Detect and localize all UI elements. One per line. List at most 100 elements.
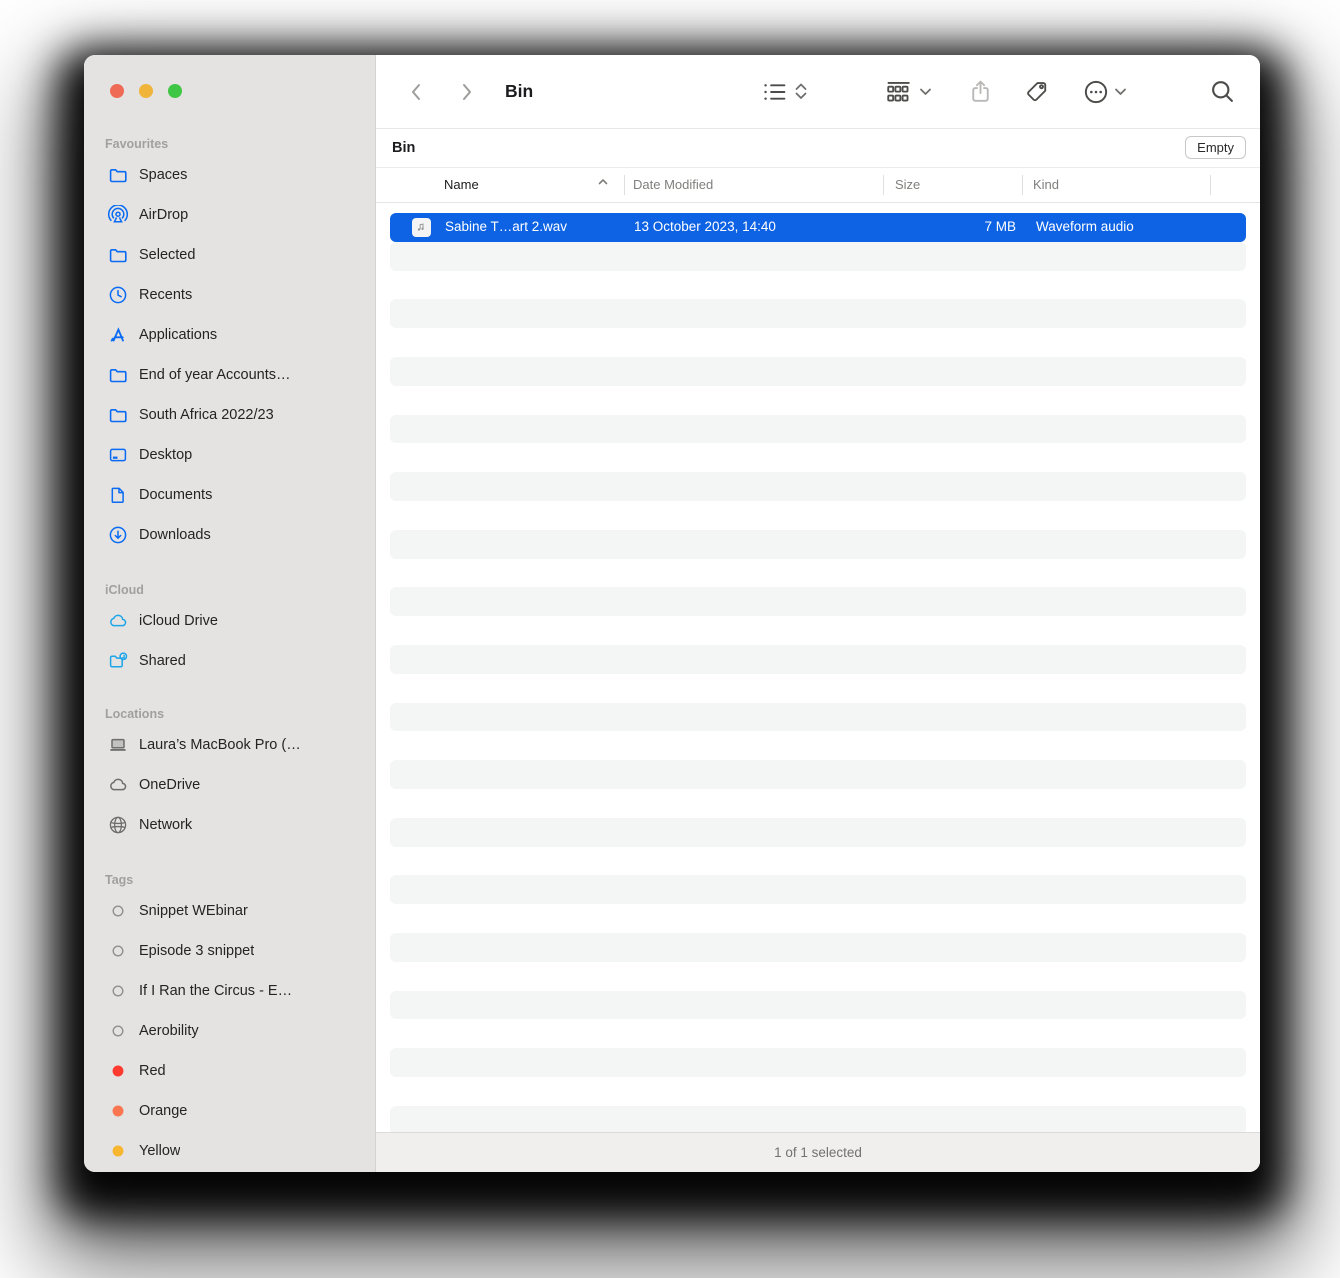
sidebar-tag-orange[interactable]: Orange	[84, 1091, 375, 1131]
tag-circle-icon	[107, 1021, 128, 1042]
file-row-selected[interactable]: Sabine T…art 2.wav 13 October 2023, 14:4…	[390, 213, 1246, 242]
more-actions-button[interactable]	[1083, 55, 1127, 128]
empty-row	[390, 241, 1246, 271]
download-icon	[107, 525, 128, 546]
file-list: Sabine T…art 2.wav 13 October 2023, 14:4…	[376, 203, 1260, 1132]
tag-circle-icon	[107, 941, 128, 962]
clock-icon	[107, 285, 128, 306]
chevron-down-icon	[919, 86, 932, 97]
sidebar-item-onedrive[interactable]: OneDrive	[84, 765, 375, 805]
empty-row	[390, 299, 1246, 329]
sidebar-section-icloud: iCloud	[105, 583, 144, 597]
sidebar-tag-aerobility[interactable]: Aerobility	[84, 1011, 375, 1051]
tag-circle-icon	[107, 1061, 128, 1082]
column-divider[interactable]	[1210, 175, 1211, 195]
sidebar-item-applications[interactable]: Applications	[84, 315, 375, 355]
share-icon	[968, 79, 993, 104]
back-button[interactable]	[405, 55, 427, 128]
empty-row	[390, 472, 1246, 501]
airdrop-icon	[107, 205, 128, 226]
folder-icon	[107, 245, 128, 266]
selection-status: 1 of 1 selected	[774, 1145, 862, 1160]
empty-row	[390, 616, 1246, 645]
laptop-icon	[107, 735, 128, 756]
audio-file-icon	[412, 218, 431, 237]
sidebar-tag-yellow[interactable]: Yellow	[84, 1131, 375, 1171]
forward-button[interactable]	[456, 55, 478, 128]
empty-row	[390, 328, 1246, 357]
content-area: Bin Bin Empty Name Date Modified Size Ki…	[376, 55, 1260, 1172]
sidebar-item-airdrop[interactable]: AirDrop	[84, 195, 375, 235]
sidebar-tag-episode-3-snippet[interactable]: Episode 3 snippet	[84, 931, 375, 971]
empty-row	[390, 702, 1246, 732]
group-icon	[885, 81, 911, 103]
document-icon	[107, 485, 128, 506]
status-bar: 1 of 1 selected	[376, 1132, 1260, 1172]
sidebar-tag-snippet-webinar[interactable]: Snippet WEbinar	[84, 891, 375, 931]
column-divider[interactable]	[883, 175, 884, 195]
sidebar-item-downloads[interactable]: Downloads	[84, 515, 375, 555]
sort-ascending-icon	[598, 178, 608, 185]
sidebar-item-documents[interactable]: Documents	[84, 475, 375, 515]
tag-circle-icon	[107, 981, 128, 1002]
column-divider[interactable]	[624, 175, 625, 195]
file-date-modified: 13 October 2023, 14:40	[634, 219, 776, 234]
empty-row	[390, 875, 1246, 905]
empty-row	[390, 789, 1246, 818]
sidebar-item-selected[interactable]: Selected	[84, 235, 375, 275]
view-mode-button[interactable]	[763, 55, 808, 128]
empty-row	[390, 731, 1246, 760]
file-name: Sabine T…art 2.wav	[445, 219, 568, 234]
window-controls	[110, 84, 182, 98]
chevron-up-down-icon	[794, 83, 808, 100]
sidebar-item-south-africa[interactable]: South Africa 2022/23	[84, 395, 375, 435]
file-kind: Waveform audio	[1036, 219, 1134, 234]
globe-icon	[107, 815, 128, 836]
column-divider[interactable]	[1022, 175, 1023, 195]
more-icon	[1083, 79, 1109, 105]
sidebar-item-recents[interactable]: Recents	[84, 275, 375, 315]
sidebar-item-macbook-pro[interactable]: Laura’s MacBook Pro (…	[84, 725, 375, 765]
minimize-button[interactable]	[139, 84, 153, 98]
search-button[interactable]	[1210, 55, 1235, 128]
empty-row	[390, 501, 1246, 530]
sidebar-item-shared[interactable]: Shared	[84, 641, 375, 681]
sidebar-section-favourites: Favourites	[105, 137, 169, 151]
sidebar: Favourites Spaces AirDrop Selected Recen…	[84, 55, 376, 1172]
sidebar-item-icloud-drive[interactable]: iCloud Drive	[84, 601, 375, 641]
list-view-icon	[763, 82, 787, 102]
share-button[interactable]	[968, 55, 993, 128]
empty-row	[390, 529, 1246, 559]
tag-button[interactable]	[1024, 55, 1049, 128]
chevron-down-icon	[1114, 86, 1127, 97]
empty-row	[390, 847, 1246, 876]
sidebar-tag-if-i-ran-the-circus[interactable]: If I Ran the Circus - E…	[84, 971, 375, 1011]
sidebar-item-spaces[interactable]: Spaces	[84, 155, 375, 195]
empty-bin-button[interactable]: Empty	[1185, 136, 1246, 159]
sidebar-item-network[interactable]: Network	[84, 805, 375, 845]
window-title: Bin	[505, 81, 534, 101]
group-button[interactable]	[885, 55, 932, 128]
empty-row	[390, 1077, 1246, 1106]
column-header-name[interactable]: Name	[444, 168, 479, 202]
empty-row	[390, 443, 1246, 472]
empty-row	[390, 587, 1246, 617]
sidebar-item-end-of-year-accounts[interactable]: End of year Accounts…	[84, 355, 375, 395]
tag-circle-icon	[107, 1101, 128, 1122]
cloud-icon	[107, 611, 128, 632]
zoom-button[interactable]	[168, 84, 182, 98]
empty-row	[390, 1048, 1246, 1077]
column-header-date-modified[interactable]: Date Modified	[633, 168, 713, 202]
empty-row	[390, 644, 1246, 674]
column-header-size[interactable]: Size	[895, 168, 920, 202]
sidebar-tag-red[interactable]: Red	[84, 1051, 375, 1091]
file-size: 7 MB	[984, 219, 1016, 234]
column-header-kind[interactable]: Kind	[1033, 168, 1059, 202]
close-button[interactable]	[110, 84, 124, 98]
sidebar-item-desktop[interactable]: Desktop	[84, 435, 375, 475]
empty-row	[390, 1105, 1246, 1132]
empty-row	[390, 356, 1246, 386]
empty-row	[390, 817, 1246, 847]
shared-folder-icon	[107, 651, 128, 672]
cloud-icon	[107, 775, 128, 796]
